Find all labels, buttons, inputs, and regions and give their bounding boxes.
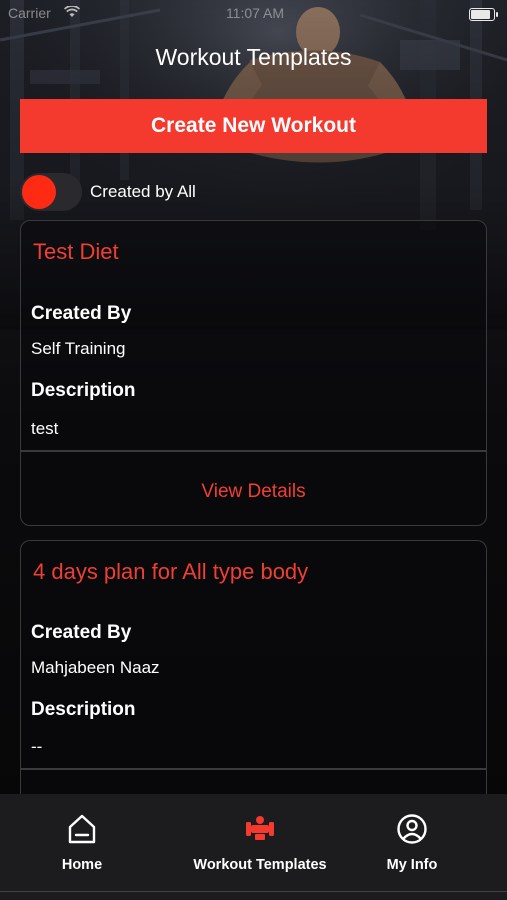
workout-template-card: 4 days plan for All type body Created By… xyxy=(20,540,487,801)
status-bar: Carrier 11:07 AM xyxy=(0,0,507,26)
card-divider xyxy=(21,450,486,452)
tab-bar-bottom-divider xyxy=(0,891,507,892)
created-by-value: Self Training xyxy=(31,339,126,358)
created-by-all-toggle[interactable] xyxy=(20,173,82,211)
tab-my-info[interactable]: My Info xyxy=(362,794,462,890)
description-value: -- xyxy=(31,737,43,756)
tab-home[interactable]: Home xyxy=(32,794,132,890)
workout-templates-screen: Carrier 11:07 AM Workout Templates Creat… xyxy=(0,0,507,900)
tab-my-info-label: My Info xyxy=(386,857,438,873)
tab-workout-templates[interactable]: Workout Templates xyxy=(175,794,345,890)
created-by-value: Mahjabeen Naaz xyxy=(31,658,160,677)
created-by-filter-row: Created by All xyxy=(20,172,320,212)
user-circle-icon xyxy=(395,812,429,851)
description-value: test xyxy=(31,419,59,438)
page-title: Workout Templates xyxy=(155,44,352,70)
bottom-tab-bar: Home Workout Templates My Info xyxy=(0,794,507,900)
home-icon xyxy=(65,812,99,851)
tab-workout-templates-label: Workout Templates xyxy=(193,857,327,873)
create-new-workout-button[interactable]: Create New Workout xyxy=(20,99,487,153)
wifi-icon xyxy=(63,5,81,21)
created-by-label: Created By xyxy=(31,303,132,324)
created-by-label: Created By xyxy=(31,622,132,643)
toggle-knob xyxy=(22,175,56,209)
dumbbell-icon xyxy=(243,812,277,851)
battery-icon xyxy=(469,8,498,21)
template-title: 4 days plan for All type body xyxy=(33,559,309,584)
clock-label: 11:07 AM xyxy=(225,5,285,21)
card-divider xyxy=(21,768,486,770)
description-label: Description xyxy=(31,699,136,720)
toggle-label: Created by All xyxy=(90,182,196,201)
view-details-button[interactable]: View Details xyxy=(21,481,486,503)
workout-template-card: Test Diet Created By Self Training Descr… xyxy=(20,220,487,526)
template-title: Test Diet xyxy=(33,239,119,264)
description-label: Description xyxy=(31,380,136,401)
carrier-label: Carrier xyxy=(8,5,51,21)
tab-home-label: Home xyxy=(61,857,103,873)
